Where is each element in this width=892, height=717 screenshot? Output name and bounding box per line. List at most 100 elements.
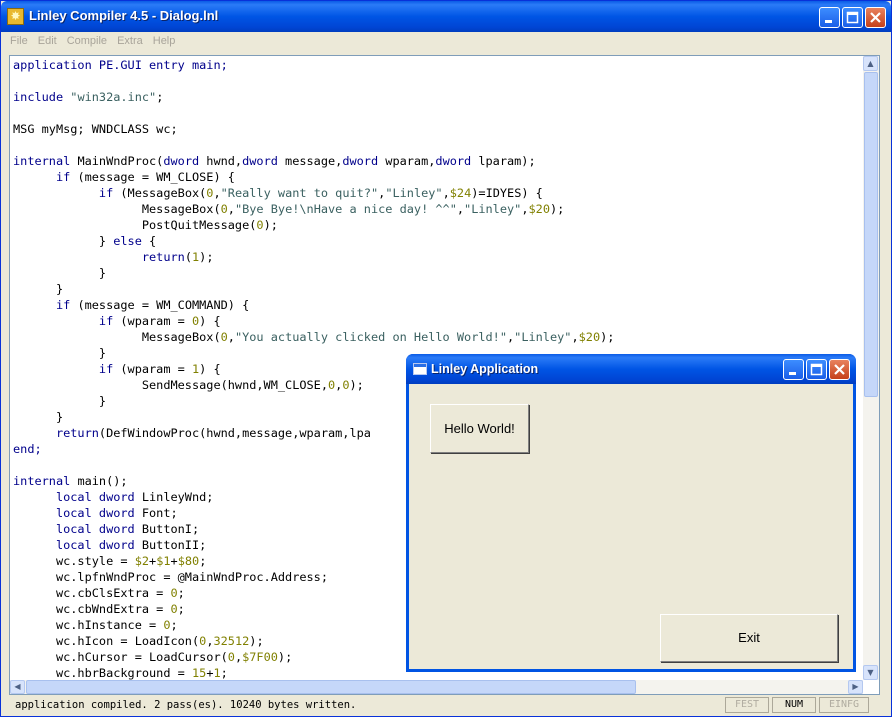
code-token: MSG myMsg; WNDCLASS wc; bbox=[13, 122, 178, 136]
code-token: $1 bbox=[156, 554, 171, 568]
main-titlebar[interactable]: ✸ Linley Compiler 4.5 - Dialog.lnl bbox=[1, 1, 891, 32]
code-token: } bbox=[13, 410, 64, 424]
code-token: (MessageBox( bbox=[120, 186, 207, 200]
menu-compile[interactable]: Compile bbox=[62, 32, 112, 47]
code-token: wparam, bbox=[385, 154, 436, 168]
code-token: } bbox=[13, 266, 107, 280]
exit-button[interactable]: Exit bbox=[660, 614, 838, 662]
code-token: application PE.GUI entry main; bbox=[13, 58, 228, 72]
code-token: 0 bbox=[170, 602, 178, 616]
code-line[interactable]: MSG myMsg; WNDCLASS wc; bbox=[13, 121, 614, 137]
vertical-scrollbar[interactable]: ▲ ▼ bbox=[863, 56, 879, 680]
code-line[interactable]: MessageBox(0,"Bye Bye!\nHave a nice day!… bbox=[13, 201, 614, 217]
maximize-button[interactable] bbox=[842, 7, 863, 28]
code-token: , bbox=[571, 330, 579, 344]
code-token: ); bbox=[349, 378, 364, 392]
scroll-up-arrow-icon[interactable]: ▲ bbox=[863, 56, 878, 71]
compiler-star-icon[interactable]: ✸ bbox=[7, 8, 24, 25]
dialog-minimize-button[interactable] bbox=[783, 359, 804, 380]
code-token: main(); bbox=[77, 474, 128, 488]
code-line[interactable]: return(1); bbox=[13, 249, 614, 265]
menubar: File Edit Compile Extra Help bbox=[5, 32, 887, 51]
code-token: 0 bbox=[256, 218, 264, 232]
code-token: ); bbox=[277, 650, 293, 664]
code-token: 0 bbox=[342, 378, 350, 392]
code-token: dword bbox=[163, 154, 207, 168]
code-line[interactable]: application PE.GUI entry main; bbox=[13, 57, 614, 73]
code-token: 15 bbox=[191, 666, 207, 680]
code-token: PostQuitMessage( bbox=[13, 218, 257, 232]
linley-application-dialog: Linley Application Hello World! Exit bbox=[406, 354, 856, 672]
code-line[interactable]: PostQuitMessage(0); bbox=[13, 217, 614, 233]
code-token: "You actually clicked on Hello World!" bbox=[234, 330, 507, 344]
code-line[interactable]: } bbox=[13, 265, 614, 281]
code-token: , bbox=[213, 186, 221, 200]
code-token: ; bbox=[156, 90, 164, 104]
scroll-right-arrow-icon[interactable]: ▶ bbox=[848, 680, 863, 694]
minimize-button[interactable] bbox=[819, 7, 840, 28]
vertical-scroll-thumb[interactable] bbox=[864, 72, 878, 397]
code-token: wc.hCursor = LoadCursor( bbox=[13, 650, 228, 664]
code-line[interactable]: } bbox=[13, 281, 614, 297]
dialog-titlebar[interactable]: Linley Application bbox=[406, 354, 856, 384]
code-token: ); bbox=[600, 330, 615, 344]
menu-help[interactable]: Help bbox=[148, 32, 181, 47]
code-line[interactable]: internal MainWndProc(dword hwnd,dword me… bbox=[13, 153, 614, 169]
menu-file[interactable]: File bbox=[5, 32, 33, 47]
code-line[interactable]: if (message = WM_CLOSE) { bbox=[13, 169, 614, 185]
code-token: ); bbox=[199, 250, 214, 264]
window-icon[interactable] bbox=[413, 363, 427, 375]
code-token: wc.style = bbox=[13, 554, 135, 568]
code-token: (message = WM_CLOSE) { bbox=[77, 170, 235, 184]
code-token: } bbox=[13, 346, 107, 360]
code-line[interactable]: include "win32a.inc"; bbox=[13, 89, 614, 105]
code-token: (wparam = bbox=[120, 362, 192, 376]
code-line[interactable]: if (MessageBox(0,"Really want to quit?",… bbox=[13, 185, 614, 201]
code-line[interactable] bbox=[13, 105, 614, 121]
horizontal-scroll-thumb[interactable] bbox=[26, 680, 636, 694]
code-token: 32512 bbox=[213, 634, 250, 648]
code-line[interactable]: if (wparam = 0) { bbox=[13, 313, 614, 329]
code-line[interactable]: } else { bbox=[13, 233, 614, 249]
scroll-down-arrow-icon[interactable]: ▼ bbox=[863, 665, 878, 680]
code-token: ; bbox=[199, 554, 207, 568]
dialog-close-button[interactable] bbox=[829, 359, 850, 380]
code-token: hwnd, bbox=[206, 154, 243, 168]
code-line[interactable]: if (message = WM_COMMAND) { bbox=[13, 297, 614, 313]
code-token: "Linley" bbox=[385, 186, 443, 200]
code-token: $80 bbox=[177, 554, 200, 568]
code-line[interactable]: MessageBox(0,"You actually clicked on He… bbox=[13, 329, 615, 345]
code-token: $20 bbox=[578, 330, 601, 344]
code-token: , bbox=[456, 202, 465, 216]
code-token: , bbox=[227, 330, 235, 344]
code-line[interactable] bbox=[13, 73, 614, 89]
code-token: ); bbox=[549, 202, 565, 216]
code-token: "Linley" bbox=[514, 330, 572, 344]
dialog-maximize-button[interactable] bbox=[806, 359, 827, 380]
code-token: , bbox=[227, 202, 235, 216]
code-token: } bbox=[13, 282, 64, 296]
horizontal-scrollbar[interactable]: ◀ ▶ bbox=[10, 680, 863, 694]
code-token: $20 bbox=[528, 202, 550, 216]
code-token: if bbox=[55, 298, 78, 312]
code-token: if bbox=[98, 314, 121, 328]
code-line[interactable] bbox=[13, 137, 614, 153]
scroll-left-arrow-icon[interactable]: ◀ bbox=[10, 680, 25, 694]
code-token: if bbox=[98, 362, 121, 376]
hello-world-button[interactable]: Hello World! bbox=[430, 404, 529, 453]
code-token: { bbox=[149, 234, 157, 248]
code-token: , bbox=[442, 186, 450, 200]
code-token: wc.lpfnWndProc = @MainWndProc.Address; bbox=[13, 570, 328, 584]
status-panel-num: NUM bbox=[772, 697, 816, 713]
menu-edit[interactable]: Edit bbox=[33, 32, 62, 47]
menu-extra[interactable]: Extra bbox=[112, 32, 148, 47]
code-token: MessageBox( bbox=[13, 202, 221, 216]
close-button[interactable] bbox=[865, 7, 886, 28]
maximize-icon bbox=[810, 363, 823, 376]
